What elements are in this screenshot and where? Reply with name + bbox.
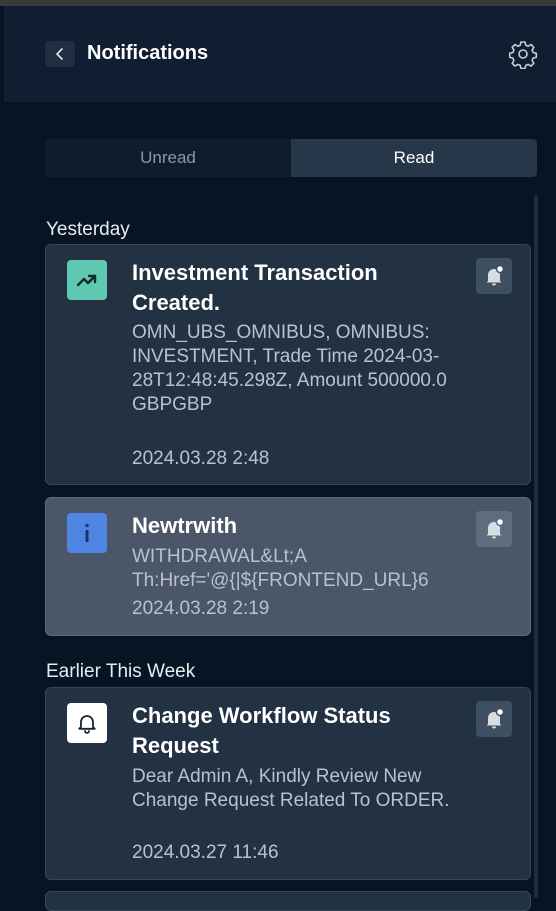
list-scrollbar[interactable] xyxy=(534,195,538,898)
notification-card[interactable]: Investment Transaction Created. OMN_UBS_… xyxy=(45,244,531,485)
chevron-left-icon xyxy=(56,48,63,60)
notification-body: OMN_UBS_OMNIBUS, OMNIBUS: INVESTMENT, Tr… xyxy=(132,322,447,415)
mark-unread-button[interactable] xyxy=(476,701,512,737)
notification-card[interactable]: Change Workflow Status Request Dear Admi… xyxy=(45,687,531,880)
section-label-earlier-this-week: Earlier This Week xyxy=(46,661,196,682)
notification-time: 2024.03.27 11:46 xyxy=(132,842,279,863)
tab-unread[interactable]: Unread xyxy=(45,139,291,177)
notification-body: Dear Admin A, Kindly Review New Change R… xyxy=(132,766,450,811)
section-label-yesterday: Yesterday xyxy=(46,219,130,240)
bell-icon xyxy=(67,703,107,743)
mark-unread-button[interactable] xyxy=(476,258,512,294)
bell-badge-icon xyxy=(486,707,505,729)
mark-unread-button[interactable] xyxy=(476,511,512,547)
tab-read[interactable]: Read xyxy=(291,139,537,177)
info-icon xyxy=(67,513,107,553)
notifications-header: Notifications xyxy=(4,6,556,102)
gear-icon[interactable] xyxy=(508,39,538,69)
notification-time: 2024.03.28 2:19 xyxy=(132,598,270,619)
notification-body: WITHDRAWAL&Lt;A Th:Href='@{|${FRONTEND_U… xyxy=(132,546,429,591)
notification-title: Investment Transaction Created. xyxy=(132,260,378,315)
notification-card[interactable] xyxy=(45,891,531,911)
notification-title: Newtrwith xyxy=(132,513,238,538)
notification-card[interactable]: Newtrwith WITHDRAWAL&Lt;A Th:Href='@{|${… xyxy=(45,497,531,636)
back-button[interactable] xyxy=(45,41,75,67)
read-state-tabs: Unread Read xyxy=(45,139,537,177)
bell-badge-icon xyxy=(486,517,505,539)
bell-badge-icon xyxy=(486,264,505,286)
page-title: Notifications xyxy=(87,42,209,64)
notification-time: 2024.03.28 2:48 xyxy=(132,448,270,469)
trending-up-icon xyxy=(67,260,107,300)
notification-title: Change Workflow Status Request xyxy=(132,703,391,758)
